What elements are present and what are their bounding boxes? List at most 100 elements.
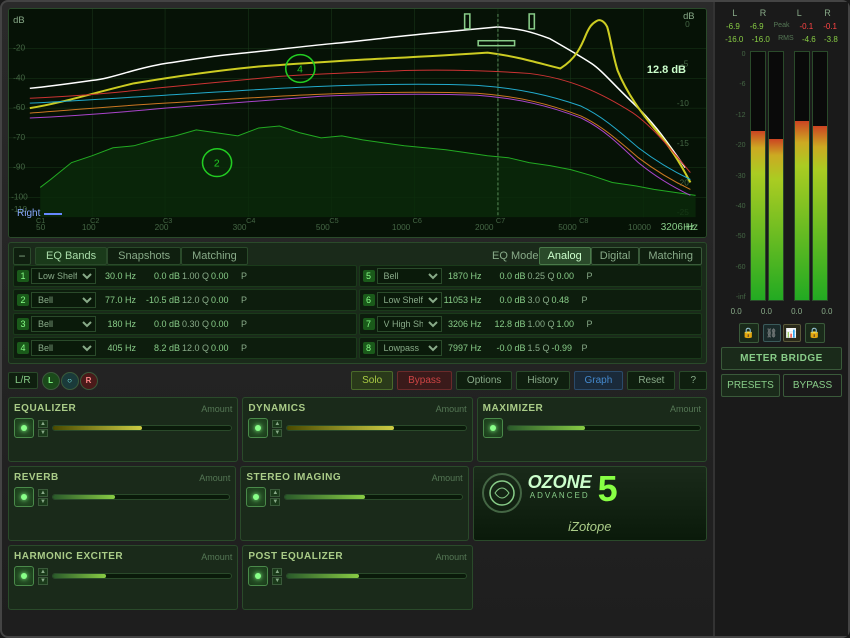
lock-left-icon[interactable]: 🔒 (739, 323, 759, 343)
eq-collapse-btn[interactable]: − (13, 247, 31, 265)
svg-text:-90: -90 (13, 163, 26, 172)
band-type-select[interactable]: Low Shelf (31, 268, 96, 284)
slider-max[interactable] (507, 425, 701, 431)
band-type-select[interactable]: Bell (31, 340, 96, 356)
eq-mode-digital[interactable]: Digital (591, 247, 640, 265)
eq-mode-matching[interactable]: Matching (639, 247, 702, 265)
options-button[interactable]: Options (456, 371, 512, 390)
solo-button[interactable]: Solo (351, 371, 393, 390)
ud-btns-eq: ▲ ▼ (38, 420, 48, 437)
slider-dyn[interactable] (286, 425, 466, 431)
slider-harm[interactable] (52, 573, 232, 579)
module-stereo: STEREO IMAGING Amount ▲ ▼ (240, 466, 468, 541)
eq-mode-analog[interactable]: Analog (539, 247, 591, 265)
power-btn-max[interactable] (483, 418, 503, 438)
presets-button[interactable]: PRESETS (721, 374, 780, 397)
bypass-button[interactable]: Bypass (397, 371, 452, 390)
slider-peq[interactable] (286, 573, 466, 579)
power-btn-ste[interactable] (246, 487, 266, 507)
up-btn-harm[interactable]: ▲ (38, 568, 48, 576)
slider-rev[interactable] (52, 494, 230, 500)
down-btn-rev[interactable]: ▼ (38, 498, 48, 506)
link-icon[interactable]: ⛓ (763, 324, 781, 342)
table-row: 6 Low Shelf 11053 Hz 0.0 dB 3.0 Q 0.48 P (359, 289, 703, 311)
band-freq: 3206 Hz (444, 319, 482, 329)
band-q-val: 0.00 (557, 271, 585, 281)
band-number: 2 (17, 294, 29, 306)
l-rms-val: -16.0 (725, 35, 743, 44)
svg-text:5000: 5000 (558, 223, 577, 232)
band-q: 1.00 Q (528, 319, 555, 329)
modules-row-2: REVERB Amount ▲ ▼ STEREO IMAGIN (8, 466, 707, 541)
tab-matching[interactable]: Matching (181, 247, 248, 265)
meter-header-l2: L (797, 8, 802, 18)
peak-label: Peak (774, 22, 790, 31)
meter-fill-l1 (751, 131, 765, 300)
tab-snapshots[interactable]: Snapshots (107, 247, 181, 265)
slider-eq[interactable] (52, 425, 232, 431)
band-q: 12.0 Q (182, 343, 209, 353)
ud-btns-dyn: ▲ ▼ (272, 420, 282, 437)
power-btn-harm[interactable] (14, 566, 34, 586)
down-btn-peq[interactable]: ▼ (272, 577, 282, 585)
module-title-peq: POST EQUALIZER (248, 551, 343, 562)
up-btn-rev[interactable]: ▲ (38, 489, 48, 497)
tab-eq-bands[interactable]: EQ Bands (35, 247, 107, 265)
band-type-select[interactable]: Bell (377, 268, 442, 284)
db-val-1: 0.0 (731, 307, 742, 316)
main-bypass-button[interactable]: BYPASS (783, 374, 842, 397)
eq-freq-label: 3206 Hz (661, 222, 698, 233)
down-btn-dyn[interactable]: ▼ (272, 429, 282, 437)
down-btn-harm[interactable]: ▼ (38, 577, 48, 585)
up-btn-eq[interactable]: ▲ (38, 420, 48, 428)
svg-text:dB: dB (683, 11, 694, 21)
module-amount-peq: Amount (436, 552, 467, 562)
down-btn-ste[interactable]: ▼ (270, 498, 280, 506)
slider-ste[interactable] (284, 494, 462, 500)
module-post-eq: POST EQUALIZER Amount ▲ ▼ (242, 545, 472, 610)
band-type-select[interactable]: Bell (31, 292, 96, 308)
band-type-select[interactable]: Lowpass (377, 340, 442, 356)
band-q-val: 1.00 (557, 319, 585, 329)
band-p: P (241, 271, 249, 281)
eq-right-label: Right (17, 208, 62, 219)
lock-right-icon[interactable]: 🔒 (805, 323, 825, 343)
meter-fill-r2 (813, 126, 827, 300)
table-row: 5 Bell 1870 Hz 0.0 dB 0.25 Q 0.00 P (359, 265, 703, 287)
up-btn-ste[interactable]: ▲ (270, 489, 280, 497)
up-btn-dyn[interactable]: ▲ (272, 420, 282, 428)
channel-mid-btn[interactable]: ○ (61, 372, 79, 390)
down-btn-eq[interactable]: ▼ (38, 429, 48, 437)
power-btn-eq[interactable] (14, 418, 34, 438)
power-btn-dyn[interactable] (248, 418, 268, 438)
channel-l-btn[interactable]: L (42, 372, 60, 390)
power-btn-rev[interactable] (14, 487, 34, 507)
band-db: 0.0 dB (484, 295, 526, 305)
band-type-select[interactable]: Low Shelf (377, 292, 442, 308)
band-number: 3 (17, 318, 29, 330)
db-val-3: 0.0 (791, 307, 802, 316)
power-btn-peq[interactable] (248, 566, 268, 586)
band-q: 0.25 Q (528, 271, 555, 281)
graph-button[interactable]: Graph (574, 371, 624, 390)
svg-text:-100: -100 (11, 193, 28, 202)
lr-button[interactable]: L/R (8, 372, 38, 389)
band-type-select[interactable]: Bell (31, 316, 96, 332)
eq-bands-grid: 1 Low Shelf 30.0 Hz 0.0 dB 1.00 Q 0.00 P… (13, 265, 702, 359)
reset-button[interactable]: Reset (627, 371, 675, 390)
meter-bridge-button[interactable]: METER BRIDGE (721, 347, 842, 370)
eq-tabs-row: − EQ Bands Snapshots Matching EQ Mode An… (13, 247, 702, 265)
band-p: P (241, 319, 249, 329)
up-btn-peq[interactable]: ▲ (272, 568, 282, 576)
band-freq: 180 Hz (98, 319, 136, 329)
eq-db-boost: 12.8 dB (647, 64, 686, 76)
band-freq: 11053 Hz (444, 295, 482, 305)
help-button[interactable]: ? (679, 371, 707, 390)
channel-r-btn[interactable]: R (80, 372, 98, 390)
chart-icon[interactable]: 📊 (783, 324, 801, 342)
band-type-select[interactable]: V High Shelf (377, 316, 442, 332)
history-button[interactable]: History (516, 371, 569, 390)
meter-fill-r1 (769, 139, 783, 300)
band-freq: 77.0 Hz (98, 295, 136, 305)
band-q-val: -0.99 (552, 343, 580, 353)
